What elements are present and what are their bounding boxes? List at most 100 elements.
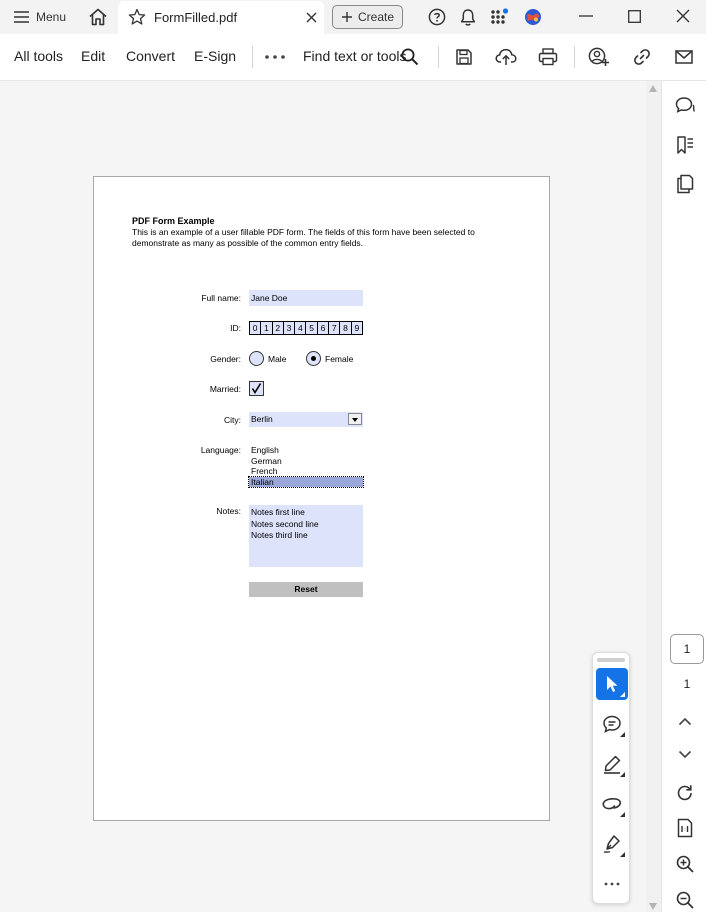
minimize-button[interactable]: [572, 3, 600, 29]
comment-tool-button[interactable]: [596, 708, 628, 740]
draw-tool-button[interactable]: [596, 788, 628, 820]
gender-male-radio[interactable]: [249, 351, 264, 366]
toolbar-e-sign[interactable]: E-Sign: [194, 48, 236, 64]
total-pages: 1: [683, 677, 691, 691]
city-dropdown[interactable]: Berlin: [249, 412, 363, 427]
fountain-pen-sign-icon: [602, 834, 622, 854]
language-option[interactable]: German: [249, 456, 363, 467]
profile-button[interactable]: [520, 5, 546, 29]
language-listbox[interactable]: English German French Italian: [248, 445, 364, 489]
bookmarks-panel-button[interactable]: [671, 131, 699, 159]
actual-size-button[interactable]: [671, 814, 699, 842]
scroll-down-arrow-icon[interactable]: [649, 903, 657, 910]
highlight-tool-button[interactable]: [596, 748, 628, 780]
avatar-icon: [524, 8, 542, 26]
palette-drag-handle[interactable]: [597, 658, 625, 662]
tool-options-corner: [620, 812, 625, 817]
minimize-icon: [579, 15, 593, 17]
link-icon: [633, 48, 651, 66]
comment-icon: [602, 714, 622, 734]
print-button[interactable]: [535, 44, 561, 70]
right-sidebar: 1 1: [661, 81, 706, 912]
star-icon[interactable]: [128, 8, 146, 26]
toolbar-divider: [574, 46, 575, 68]
share-add-user-button[interactable]: [586, 44, 612, 70]
next-page-button[interactable]: [671, 740, 699, 768]
comments-panel-button[interactable]: [671, 92, 699, 120]
hamburger-icon: [14, 11, 29, 23]
apps-button[interactable]: [487, 5, 513, 29]
rotate-icon: [675, 783, 695, 803]
maximize-icon: [627, 9, 641, 23]
id-digit: 9: [350, 321, 363, 335]
more-quick-tools-button[interactable]: [596, 868, 628, 900]
notes-line: Notes second line: [251, 518, 319, 529]
comments-icon: [675, 96, 695, 116]
title-bar: Menu FormFilled.pdf Create: [0, 0, 706, 34]
search-button[interactable]: [397, 44, 423, 70]
close-tab-icon[interactable]: [303, 9, 319, 25]
scroll-up-arrow-icon[interactable]: [649, 85, 657, 92]
id-digit: 4: [294, 321, 306, 335]
save-icon: [455, 48, 473, 66]
create-label: Create: [358, 10, 395, 24]
maximize-button[interactable]: [620, 3, 648, 29]
toolbar-edit[interactable]: Edit: [81, 48, 105, 64]
menu-label: Menu: [36, 10, 67, 24]
notes-textarea[interactable]: Notes first line Notes second line Notes…: [249, 505, 363, 567]
notifications-button[interactable]: [455, 5, 481, 29]
add-user-icon: [588, 47, 610, 67]
more-tools-button[interactable]: [262, 44, 288, 70]
id-digit: 2: [271, 321, 283, 335]
toolbar-convert[interactable]: Convert: [126, 48, 175, 64]
notes-line: Notes third line: [251, 530, 308, 540]
tool-options-corner: [620, 692, 625, 697]
home-button[interactable]: [84, 4, 112, 30]
form-description: This is an example of a user fillable PD…: [132, 227, 475, 248]
save-button[interactable]: [451, 44, 477, 70]
zoom-out-icon: [675, 890, 695, 910]
gender-female-label: Female: [325, 354, 354, 364]
notes-line: Notes first line: [251, 507, 305, 517]
language-option[interactable]: English: [249, 445, 363, 456]
reset-button[interactable]: Reset: [249, 582, 363, 597]
zoom-out-button[interactable]: [671, 886, 699, 912]
document-tab[interactable]: FormFilled.pdf: [118, 1, 324, 34]
zoom-in-button[interactable]: [671, 850, 699, 878]
thumbnails-panel-button[interactable]: [671, 170, 699, 198]
pdf-page: PDF Form Example This is an example of a…: [93, 176, 550, 821]
id-digit: 6: [316, 321, 329, 335]
current-page-input[interactable]: 1: [670, 634, 704, 664]
main-toolbar: All tools Edit Convert E-Sign Find text …: [0, 34, 706, 81]
rotate-button[interactable]: [671, 779, 699, 807]
sign-tool-button[interactable]: [596, 828, 628, 860]
search-icon: [401, 48, 419, 66]
create-button[interactable]: Create: [332, 5, 403, 29]
city-value: Berlin: [251, 414, 273, 424]
vertical-scrollbar[interactable]: [646, 81, 661, 912]
full-name-label: Full name:: [201, 293, 241, 303]
previous-page-button[interactable]: [671, 707, 699, 735]
freehand-loop-icon: [601, 795, 623, 813]
married-checkbox[interactable]: [249, 381, 264, 396]
language-option-selected[interactable]: Italian: [248, 475, 364, 489]
language-option[interactable]: French: [249, 466, 363, 477]
find-text-or-tools[interactable]: Find text or tools: [303, 48, 407, 64]
chevron-up-icon: [678, 717, 692, 726]
upload-cloud-button[interactable]: [493, 44, 519, 70]
gender-male-label: Male: [268, 354, 287, 364]
gender-female-radio[interactable]: [306, 351, 321, 366]
select-tool-button[interactable]: [596, 668, 628, 700]
menu-button[interactable]: Menu: [6, 4, 74, 30]
close-window-button[interactable]: [669, 3, 697, 29]
copy-link-button[interactable]: [629, 44, 655, 70]
email-button[interactable]: [671, 44, 697, 70]
toolbar-all-tools[interactable]: All tools: [14, 48, 63, 64]
notes-label: Notes:: [216, 506, 241, 516]
id-comb-field[interactable]: 0 1 2 3 4 5 6 7 8 9: [249, 321, 363, 335]
full-name-field[interactable]: Jane Doe: [249, 290, 363, 306]
help-button[interactable]: [424, 5, 450, 29]
bell-icon: [459, 8, 477, 27]
form-title: PDF Form Example: [132, 216, 215, 226]
dropdown-arrow-icon[interactable]: [348, 413, 362, 425]
